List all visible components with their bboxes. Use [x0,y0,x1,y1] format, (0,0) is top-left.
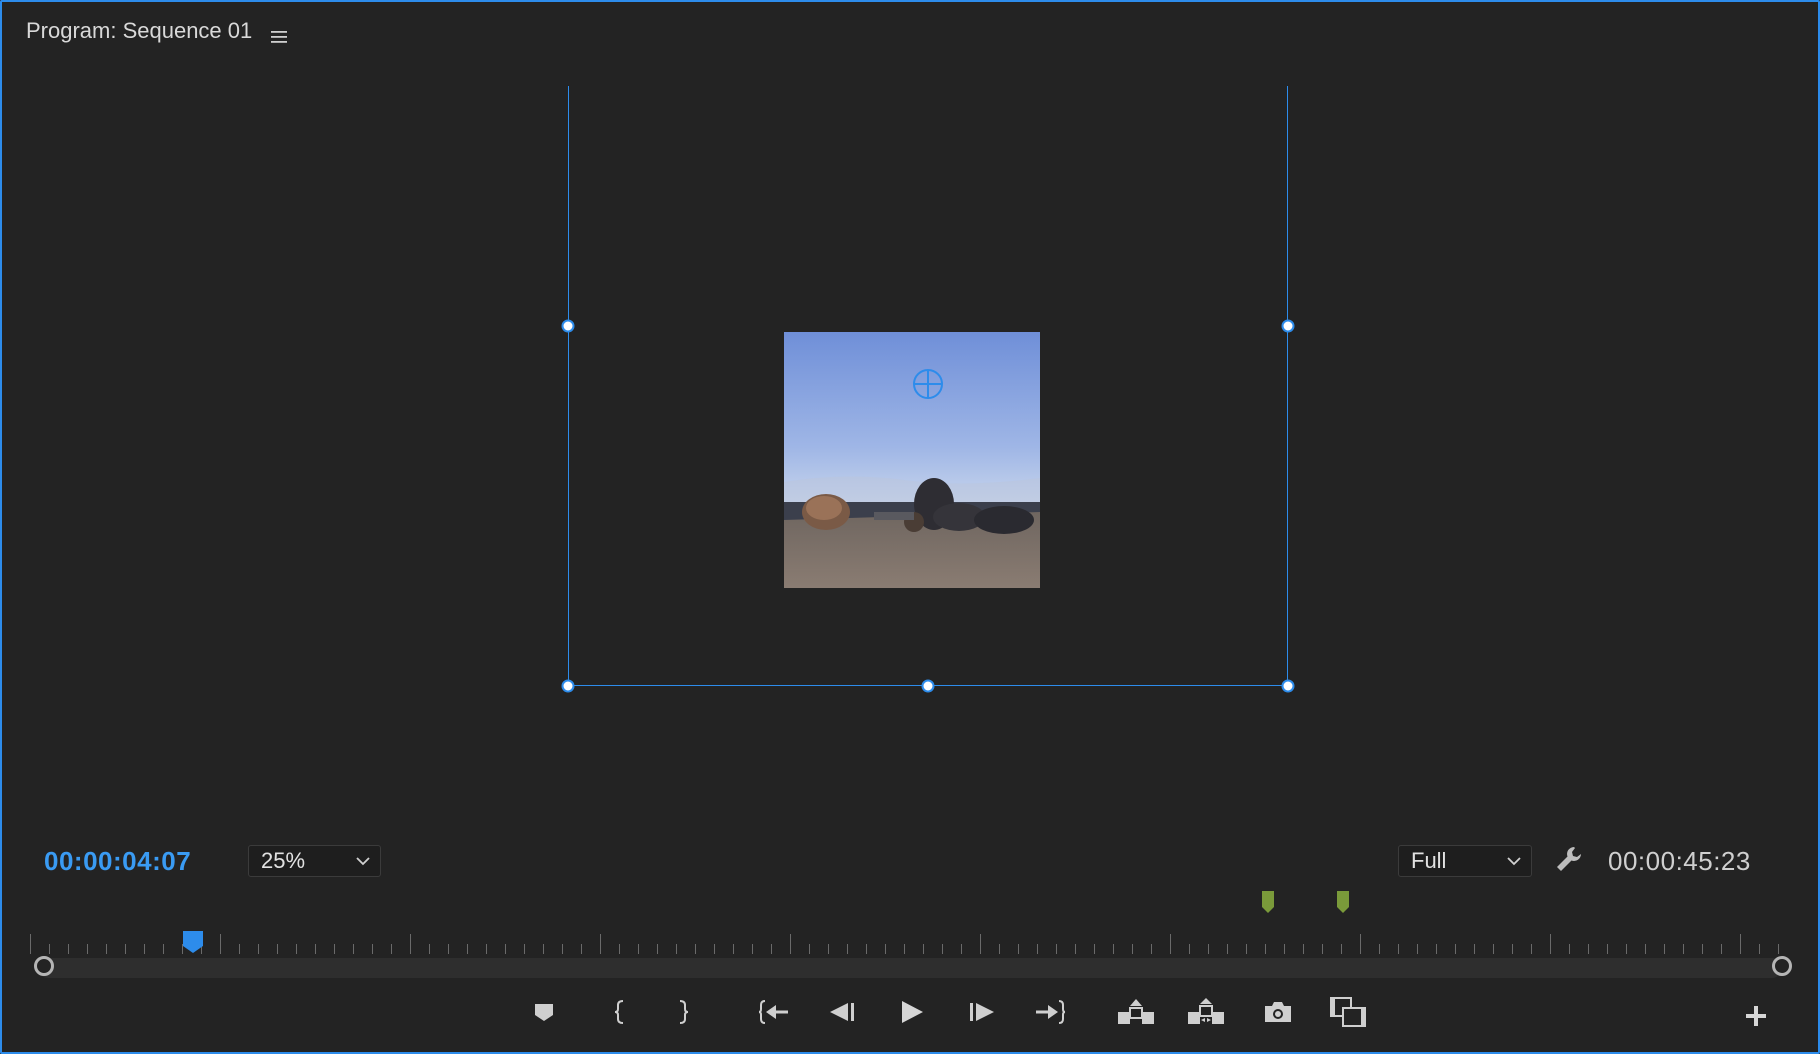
mark-out-button[interactable] [663,992,703,1032]
export-frame-button[interactable] [1258,992,1298,1032]
go-to-in-button[interactable] [754,992,794,1032]
anchor-point-icon[interactable] [912,368,944,400]
time-ruler[interactable] [30,930,1786,956]
program-monitor-panel: Program: Sequence 01 00:00:04:07 25% Ful… [0,0,1820,1054]
sequence-marker[interactable] [1261,890,1275,914]
mark-out-icon [679,1000,689,1024]
playhead[interactable] [182,930,204,954]
panel-title: Program: Sequence 01 [26,18,253,43]
go-to-out-icon [1036,1000,1066,1024]
camera-icon [1265,1002,1291,1022]
program-viewer[interactable] [2,62,1820,842]
zoom-level-dropdown[interactable]: 25% [248,845,381,877]
play-button[interactable] [892,992,932,1032]
transport-controls [2,992,1820,1042]
mark-in-icon [614,1000,624,1024]
sequence-marker[interactable] [1336,890,1350,914]
go-to-out-button[interactable] [1030,992,1070,1032]
extract-icon [1188,998,1224,1024]
extract-button[interactable] [1186,992,1226,1032]
step-forward-button[interactable] [962,992,1002,1032]
comparison-view-icon [1330,997,1366,1027]
zoom-scroll-start-handle[interactable] [34,956,54,976]
playback-resolution-dropdown[interactable]: Full [1398,845,1532,877]
zoom-scroll-end-handle[interactable] [1772,956,1792,976]
zoom-scroll-bar[interactable] [38,958,1782,978]
transform-handle-bottom-right[interactable] [1281,679,1295,693]
transform-handle-left[interactable] [561,319,575,333]
current-timecode[interactable]: 00:00:04:07 [44,846,191,877]
wrench-settings-icon[interactable] [1554,844,1584,874]
transform-handle-bottom[interactable] [921,679,935,693]
hamburger-menu-icon[interactable] [270,24,288,43]
lift-button[interactable] [1116,992,1156,1032]
step-forward-icon [970,1003,994,1021]
go-to-in-icon [758,1000,788,1024]
zoom-level-value: 25% [261,848,306,873]
add-marker-button[interactable] [524,992,564,1032]
plus-icon [1746,1006,1766,1026]
transform-handle-bottom-left[interactable] [561,679,575,693]
mark-in-button[interactable] [600,992,640,1032]
resolution-value: Full [1411,848,1447,873]
chevron-down-icon [356,856,370,865]
duration-timecode: 00:00:45:23 [1608,846,1751,876]
step-back-button[interactable] [822,992,862,1032]
lift-icon [1118,999,1154,1024]
comparison-view-button[interactable] [1328,992,1368,1032]
chevron-down-icon [1507,856,1521,865]
marker-icon [535,1004,553,1021]
transform-handle-right[interactable] [1281,319,1295,333]
play-icon [902,1001,923,1023]
panel-header: Program: Sequence 01 [26,18,288,44]
add-button[interactable] [1738,998,1774,1034]
step-back-icon [830,1003,854,1021]
